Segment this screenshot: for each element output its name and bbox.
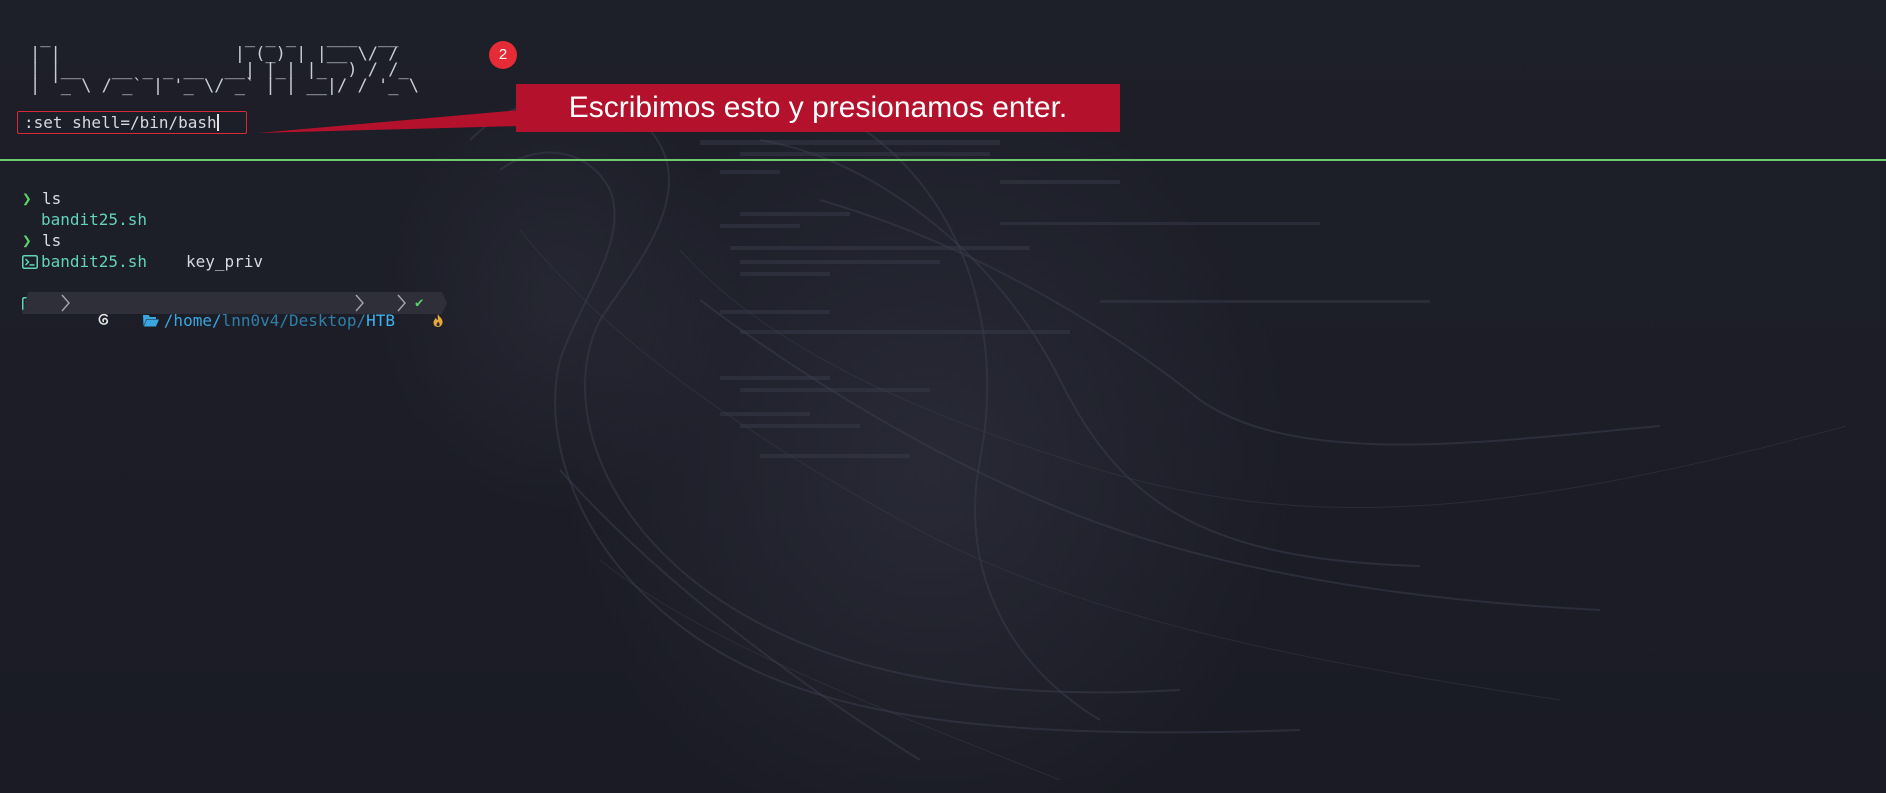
ascii-banner-line: | '_ \ / _` | '_ \/ _` | | __|/ / '_ \ — [30, 76, 419, 96]
flame-icon — [374, 295, 444, 350]
terminal-window: _ _ _ _ ___ __ | | | (_) | |__ \/ / | |_… — [0, 0, 1886, 793]
file-icon — [167, 255, 183, 311]
prompt-arrow: ❯ — [22, 189, 32, 208]
terminal-line: ❯ ls — [22, 188, 263, 209]
status-ok-check: ✔ — [415, 295, 424, 311]
text-cursor — [216, 114, 219, 131]
terminal-output: ❯ ls bandit25.sh ❯ ls bandit25.sh key_priv — [22, 188, 264, 311]
file-name: bandit25.sh — [41, 252, 147, 271]
path-mid: /Desktop/ — [279, 311, 367, 330]
annotation-callout: Escribimos esto y presionamos enter. — [516, 84, 1120, 132]
terminal-line: bandit25.sh key_priv — [22, 251, 264, 311]
pane-divider — [0, 159, 1886, 161]
script-file-icon — [22, 213, 38, 269]
vim-editor-area: _ _ _ _ ___ __ | | | (_) | |__ \/ / | |_… — [0, 0, 1886, 160]
path-user: lnn0v4 — [221, 311, 280, 330]
vim-command-text: :set shell=/bin/bash — [24, 113, 217, 132]
path-prefix: /home/ — [163, 311, 222, 330]
command-text: ls — [42, 189, 62, 208]
step-badge: 2 — [489, 41, 517, 69]
vim-command-line[interactable]: :set shell=/bin/bash — [17, 111, 247, 134]
terminal-line: bandit25.sh — [22, 209, 263, 269]
current-path: /home/lnn0v4/Desktop/HTB — [106, 294, 395, 348]
file-name: bandit25.sh — [41, 210, 147, 229]
file-name: key_priv — [185, 252, 264, 271]
script-file-icon — [22, 255, 38, 311]
ascii-banner: _ _ _ _ ___ __ | | | (_) | |__ \/ / | |_… — [30, 30, 419, 96]
